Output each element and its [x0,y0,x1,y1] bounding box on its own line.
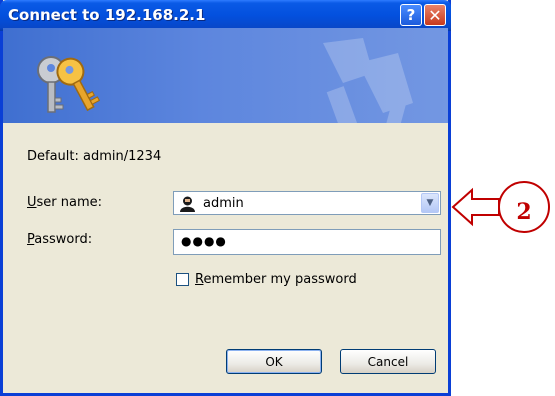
username-label-text: ser name: [36,195,103,210]
cancel-button[interactable]: Cancel [340,349,436,374]
help-button[interactable]: ? [400,4,422,26]
keys-icon [37,56,101,113]
default-credentials-hint: Default: admin/1234 [27,149,162,164]
user-icon [180,196,195,212]
title-bar[interactable]: Connect to 192.168.2.1 ? ✕ [0,0,451,31]
username-value: admin [203,196,244,211]
password-label: Password: [27,232,92,247]
password-label-text: assword: [34,232,93,247]
username-label: User name: [27,195,102,210]
remember-label-text: emember my password [203,272,357,287]
chevron-down-icon[interactable]: ▼ [421,193,439,213]
login-dialog: Connect to 192.168.2.1 ? ✕ Default: admi… [0,0,451,396]
remember-password-checkbox[interactable] [176,273,189,286]
ok-button[interactable]: OK [226,349,322,374]
password-input[interactable]: ●●●● [173,229,441,255]
close-button[interactable]: ✕ [424,4,446,26]
password-masked-value: ●●●● [181,234,227,248]
annotation-step-number: 2 [516,199,532,225]
keys-watermark-icon [323,38,413,123]
username-label-accesskey: U [27,195,37,210]
window-title: Connect to 192.168.2.1 [8,6,206,24]
header-banner [3,28,448,123]
remember-password-label[interactable]: Remember my password [195,272,357,287]
username-combobox[interactable]: admin ▼ [173,191,441,215]
